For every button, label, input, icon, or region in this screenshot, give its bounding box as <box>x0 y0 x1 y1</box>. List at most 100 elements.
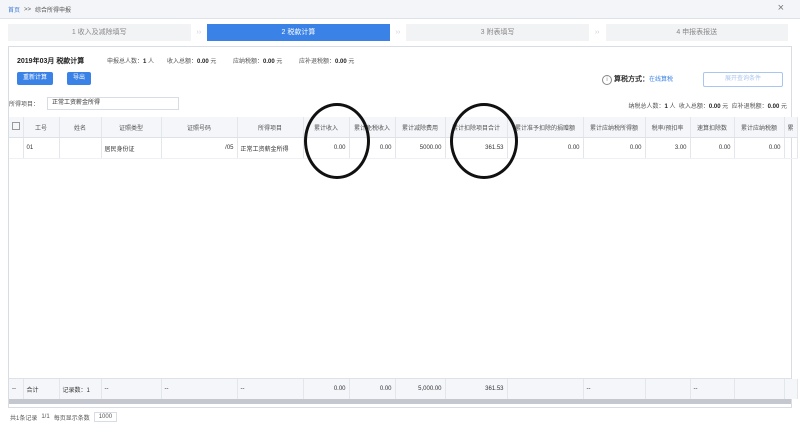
declarants-label: 申报总人数： <box>107 59 144 65</box>
total-refund-label: 应补退税额： <box>731 104 768 110</box>
income-unit: 元 <box>210 59 217 65</box>
total-refund-unit: 元 <box>780 104 787 110</box>
cell-taxable-income: 0.00 <box>583 137 646 159</box>
page-size-select[interactable]: 1000 <box>93 412 118 422</box>
breadcrumb-current: 综合所得申报 <box>35 8 72 14</box>
col-header[interactable]: 证照号码 <box>161 117 238 138</box>
footer-cell <box>507 379 584 399</box>
table-row[interactable]: 01 居民身份证 /05 正常工资薪金所得 0.00 0.00 5000.00 … <box>9 137 798 159</box>
cell-id-number: /05 <box>161 137 238 159</box>
col-header[interactable]: 所得项目 <box>237 117 304 138</box>
col-header[interactable]: 累计应纳税额 <box>734 117 785 138</box>
annotation-circle-cumulative-income <box>304 103 370 179</box>
total-income-value: 0.00 <box>708 104 721 110</box>
income-stat: 收入总额：0.00 元 <box>167 56 216 65</box>
step-submit[interactable]: 4 申报表报送 <box>605 24 789 41</box>
tax-method-label: 算税方式： <box>613 76 649 83</box>
tax-payable-label: 应纳税额： <box>233 59 264 65</box>
export-button[interactable]: 导出 <box>67 72 92 85</box>
breadcrumb-separator: >> <box>24 6 32 13</box>
step-income[interactable]: 1 收入及减除填写 <box>8 24 191 41</box>
table-header-row: 工号 姓名 证照类型 证照号码 所得项目 累计收入 累计免税收入 累计减除费用 … <box>9 117 798 138</box>
col-header[interactable]: 工号 <box>23 117 60 138</box>
recalculate-button[interactable]: 重新计算 <box>17 72 54 85</box>
expand-query-button[interactable]: 展开查询条件 <box>703 72 783 87</box>
pager-pages: 1/1 <box>41 414 50 420</box>
taxpayers-label: 纳税总人数： <box>628 104 665 110</box>
footer-cell: -- <box>690 379 735 399</box>
footer-cell: -- <box>161 379 238 399</box>
cell-tax-rate: 3.00 <box>645 137 691 159</box>
tax-calc-table: 工号 姓名 证照类型 证照号码 所得项目 累计收入 累计免税收入 累计减除费用 … <box>9 117 798 159</box>
tax-calc-panel: 2019年03月 税款计算 申报总人数：1 人 收入总额：0.00 元 应纳税额… <box>8 46 798 408</box>
income-label: 收入总额： <box>167 59 198 65</box>
step-schedule[interactable]: 3 附表填写 <box>406 24 589 41</box>
refund-unit: 元 <box>348 59 355 65</box>
tax-payable-stat: 应纳税额：0.00 元 <box>233 56 282 65</box>
footer-cell: -- <box>583 379 646 399</box>
col-header[interactable]: 姓名 <box>59 117 102 138</box>
footer-deduction-fee: 5,000.00 <box>395 379 446 399</box>
cell-employee-id: 01 <box>23 137 60 159</box>
footer-cell <box>734 379 785 399</box>
cell-id-type: 居民身份证 <box>101 137 162 159</box>
tax-method: i 算税方式：在线算税 <box>601 74 673 85</box>
total-refund-value: 0.00 <box>767 104 780 110</box>
declarants-unit: 人 <box>148 59 155 65</box>
footer-cell <box>645 379 691 399</box>
footer-cell: -- <box>9 379 24 399</box>
col-header[interactable]: 税率/预扣率 <box>645 117 691 138</box>
footer-cell: -- <box>237 379 304 399</box>
footer-total-label: 合计 <box>23 379 60 399</box>
taxpayers-value: 1 <box>664 104 668 110</box>
footer-record-count: 记录数：1 <box>59 379 102 399</box>
pager-size-label: 每页显示条数 <box>53 415 90 422</box>
refund-stat: 应补退税额：0.00 元 <box>299 56 354 65</box>
footer-tax-free-income: 0.00 <box>349 379 396 399</box>
total-income-unit: 元 <box>722 104 729 110</box>
footer-cell <box>784 379 798 399</box>
col-header[interactable]: 证照类型 <box>101 117 162 138</box>
total-income-label: 收入总额： <box>678 104 709 110</box>
table-footer: -- 合计 记录数：1 -- -- -- 0.00 0.00 5,000.00 … <box>9 378 798 399</box>
tax-payable-unit: 元 <box>276 59 283 65</box>
step-tax-calc[interactable]: 2 税款计算 <box>207 24 390 41</box>
cell-overflow <box>784 137 798 159</box>
row-checkbox[interactable] <box>9 137 24 159</box>
income-value: 0.00 <box>197 59 209 65</box>
table-total-row: -- 合计 记录数：1 -- -- -- 0.00 0.00 5,000.00 … <box>9 379 798 399</box>
cell-income-item: 正常工资薪金所得 <box>237 137 304 159</box>
info-icon[interactable]: i <box>601 75 612 85</box>
period-title: 2019年03月 税款计算 <box>17 56 84 66</box>
horizontal-scrollbar[interactable] <box>9 399 791 404</box>
title-bar: 首页 >> 综合所得申报 × <box>0 0 800 19</box>
breadcrumb-home[interactable]: 首页 <box>8 5 20 14</box>
refund-value: 0.00 <box>335 59 347 65</box>
select-all-checkbox[interactable] <box>9 117 24 138</box>
pager-total: 共1条记录 <box>10 415 38 422</box>
col-header[interactable]: 累计应纳税所得额 <box>583 117 646 138</box>
cell-donation: 0.00 <box>507 137 584 159</box>
step-arrow-icon: ›› <box>395 29 401 36</box>
pagination: 共1条记录 1/1 每页显示条数 1000 <box>10 412 118 422</box>
breadcrumb: 首页 >> 综合所得申报 <box>8 5 72 15</box>
annotation-circle-deduction-total <box>450 103 518 179</box>
cell-tax-payable: 0.00 <box>734 137 785 159</box>
declarants-value: 1 <box>143 59 147 65</box>
step-arrow-icon: ›› <box>594 29 600 36</box>
refund-label: 应补退税额： <box>299 59 336 65</box>
tax-payable-value: 0.00 <box>263 59 275 65</box>
income-item-select[interactable]: 正常工资薪金所得 <box>47 97 179 110</box>
col-header[interactable]: 速算扣除数 <box>690 117 735 138</box>
footer-cell: -- <box>101 379 162 399</box>
step-bar: 1 收入及减除填写 ›› 2 税款计算 ›› 3 附表填写 ›› 4 申报表报送 <box>8 24 789 41</box>
period-value: 2019年03月 <box>17 58 55 65</box>
cell-deduction-fee: 5000.00 <box>395 137 446 159</box>
col-header[interactable]: 累 <box>784 117 798 138</box>
footer-deduction-total: 361.53 <box>445 379 508 399</box>
close-icon[interactable]: × <box>778 2 784 14</box>
col-header[interactable]: 累计准予扣除的捐赠额 <box>507 117 584 138</box>
col-header[interactable]: 累计减除费用 <box>395 117 446 138</box>
period-label: 税款计算 <box>56 58 85 65</box>
tax-method-value[interactable]: 在线算税 <box>649 77 673 83</box>
